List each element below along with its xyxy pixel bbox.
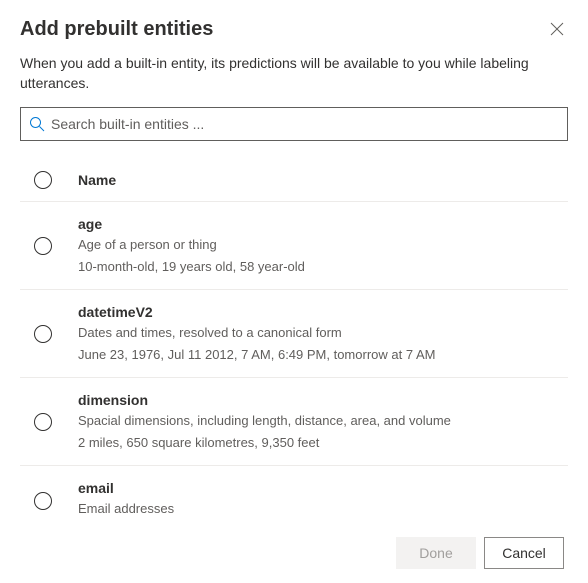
entity-content: age Age of a person or thing 10-month-ol… <box>78 216 568 275</box>
entity-content: email Email addresses <box>78 480 568 522</box>
entity-content: datetimeV2 Dates and times, resolved to … <box>78 304 568 363</box>
select-all-radio[interactable] <box>34 171 52 189</box>
entity-name: email <box>78 480 568 496</box>
entity-row[interactable]: age Age of a person or thing 10-month-ol… <box>20 202 568 290</box>
entity-row[interactable]: email Email addresses <box>20 466 568 527</box>
close-icon <box>550 22 564 36</box>
column-header-name: Name <box>78 172 116 188</box>
select-radio[interactable] <box>34 492 52 510</box>
add-prebuilt-entities-dialog: Add prebuilt entities When you add a bui… <box>0 0 588 583</box>
entity-examples: 10-month-old, 19 years old, 58 year-old <box>78 258 568 276</box>
entity-row[interactable]: dimension Spacial dimensions, including … <box>20 378 568 466</box>
entity-examples: 2 miles, 650 square kilometres, 9,350 fe… <box>78 434 568 452</box>
search-input[interactable] <box>51 116 559 132</box>
entity-row[interactable]: datetimeV2 Dates and times, resolved to … <box>20 290 568 378</box>
entity-name: dimension <box>78 392 568 408</box>
entity-description: Dates and times, resolved to a canonical… <box>78 324 568 342</box>
entity-content: dimension Spacial dimensions, including … <box>78 392 568 451</box>
list-header-row: Name <box>20 161 568 202</box>
search-icon <box>29 116 45 132</box>
close-button[interactable] <box>546 18 568 44</box>
entity-list[interactable]: Name age Age of a person or thing 10-mon… <box>20 161 568 527</box>
entity-examples: June 23, 1976, Jul 11 2012, 7 AM, 6:49 P… <box>78 346 568 364</box>
entity-description: Spacial dimensions, including length, di… <box>78 412 568 430</box>
done-button[interactable]: Done <box>396 537 476 569</box>
select-radio[interactable] <box>34 413 52 431</box>
select-radio[interactable] <box>34 325 52 343</box>
entity-description: Age of a person or thing <box>78 236 568 254</box>
select-radio[interactable] <box>34 237 52 255</box>
entity-name: datetimeV2 <box>78 304 568 320</box>
cancel-button[interactable]: Cancel <box>484 537 564 569</box>
dialog-subtitle: When you add a built-in entity, its pred… <box>20 54 568 93</box>
dialog-header: Add prebuilt entities <box>20 18 568 44</box>
entity-description: Email addresses <box>78 500 568 518</box>
search-box[interactable] <box>20 107 568 141</box>
dialog-footer: Done Cancel <box>20 527 568 583</box>
dialog-title: Add prebuilt entities <box>20 18 213 41</box>
entity-name: age <box>78 216 568 232</box>
